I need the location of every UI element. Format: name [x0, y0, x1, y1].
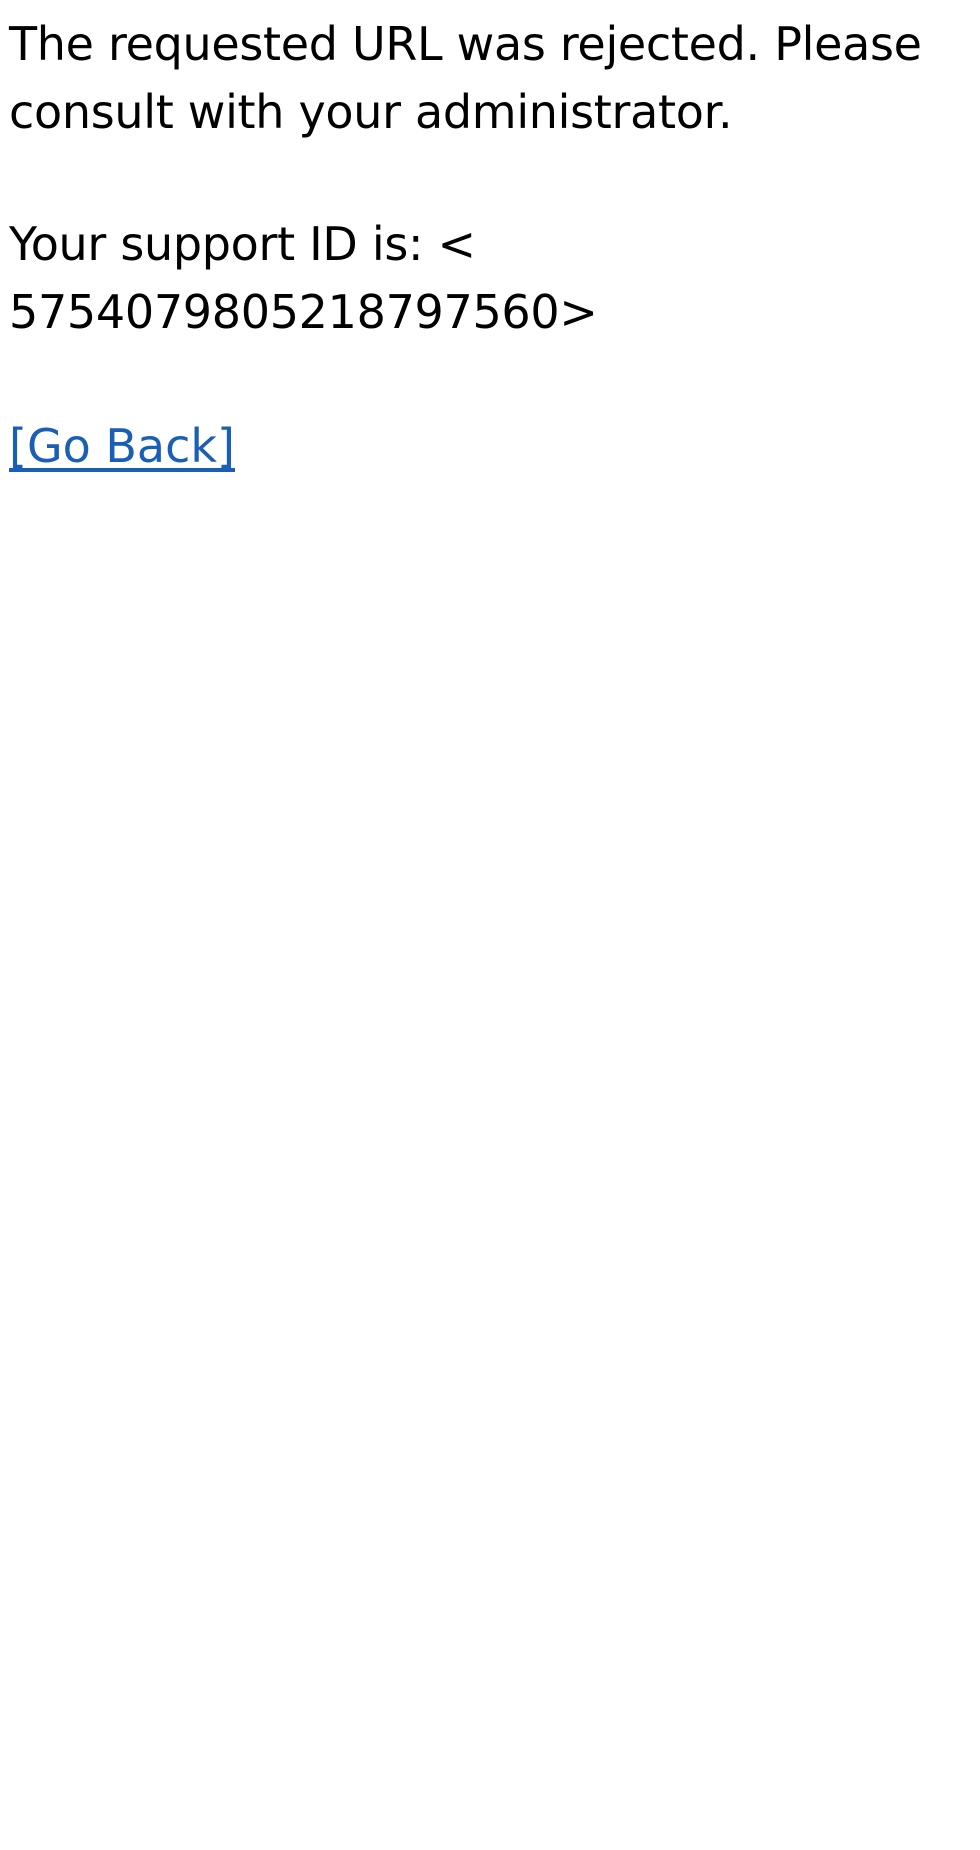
go-back-link[interactable]: [Go Back] [9, 412, 235, 480]
error-page: The requested URL was rejected. Please c… [0, 0, 980, 1850]
support-id-value: 5754079805218797560> [9, 285, 598, 339]
rejection-message: The requested URL was rejected. Please c… [9, 17, 922, 139]
support-id-block: Your support ID is: < 575407980521879756… [9, 210, 939, 346]
support-id-label: Your support ID is: < [9, 217, 476, 271]
